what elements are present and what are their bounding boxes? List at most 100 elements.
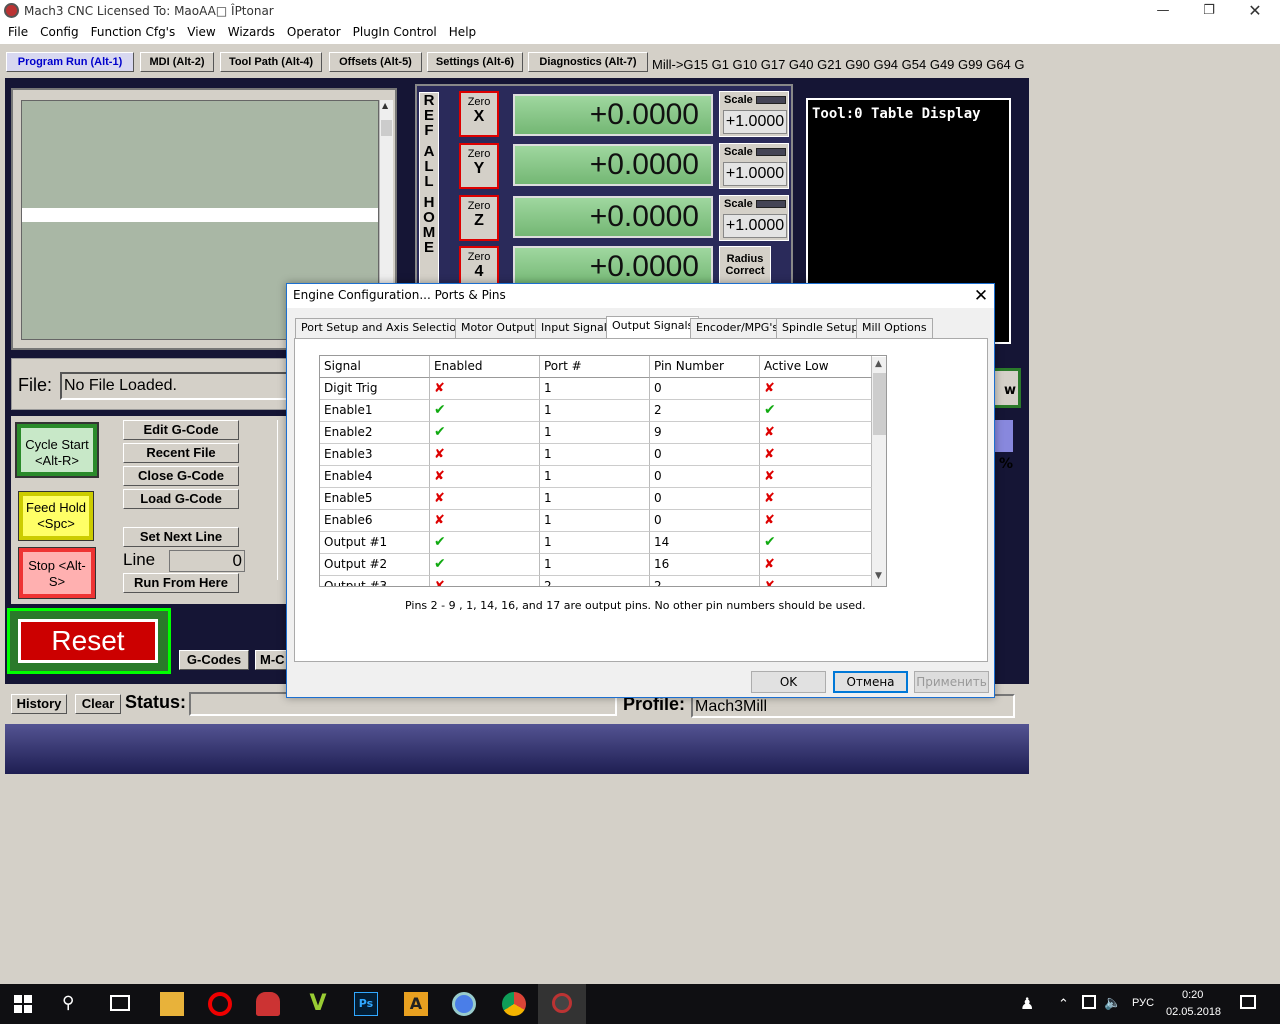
header-col-signal[interactable]: Signal	[320, 356, 430, 378]
tab-port-setup[interactable]: Port Setup and Axis Selection	[295, 318, 470, 338]
clear-button[interactable]: Clear	[75, 694, 121, 714]
zero-y-button[interactable]: Zero Y	[459, 143, 499, 189]
header-col-enabled[interactable]: Enabled	[430, 356, 540, 378]
cell-pin[interactable]: 2	[650, 576, 760, 586]
cell-signal[interactable]: Enable1	[320, 400, 430, 422]
cell-active-low[interactable]: ✘	[760, 466, 872, 488]
cell-pin[interactable]: 9	[650, 422, 760, 444]
menu-plugin-control[interactable]: PlugIn Control	[347, 22, 443, 44]
volume-icon[interactable]: 🔈	[1104, 994, 1121, 1011]
scroll-up-icon[interactable]: ▲	[382, 101, 388, 110]
gcodes-button[interactable]: G-Codes	[179, 650, 249, 670]
tab-diagnostics[interactable]: Diagnostics (Alt-7)	[528, 52, 648, 72]
ref-all-home-button[interactable]: R E F A L L H O M E	[419, 92, 439, 302]
cell-active-low[interactable]: ✘	[760, 554, 872, 576]
cell-port[interactable]: 2	[540, 576, 650, 586]
restore-icon[interactable]: ❐	[1186, 0, 1232, 22]
cell-port[interactable]: 1	[540, 466, 650, 488]
cell-enabled[interactable]: ✔	[430, 422, 540, 444]
mcodes-button[interactable]: M-C	[255, 650, 289, 670]
cell-signal[interactable]: Enable4	[320, 466, 430, 488]
aimp-icon[interactable]: A	[404, 992, 428, 1016]
cell-port[interactable]: 1	[540, 444, 650, 466]
cell-pin[interactable]: 0	[650, 444, 760, 466]
tab-offsets[interactable]: Offsets (Alt-5)	[329, 52, 422, 72]
reset-button[interactable]: Reset	[18, 619, 158, 663]
cell-pin[interactable]: 0	[650, 466, 760, 488]
scale-z-value[interactable]: +1.0000	[723, 214, 787, 238]
cell-enabled[interactable]: ✘	[430, 378, 540, 400]
tab-mdi[interactable]: MDI (Alt-2)	[140, 52, 214, 72]
cell-signal[interactable]: Output #1	[320, 532, 430, 554]
menu-config[interactable]: Config	[34, 22, 85, 44]
cell-signal[interactable]: Digit Trig	[320, 378, 430, 400]
cell-pin[interactable]: 0	[650, 488, 760, 510]
recent-file-button[interactable]: Recent File	[123, 443, 239, 463]
menu-operator[interactable]: Operator	[281, 22, 347, 44]
photoshop-icon[interactable]: Ps	[354, 992, 378, 1016]
header-col-port[interactable]: Port #	[540, 356, 650, 378]
cancel-button[interactable]: Отмена	[833, 671, 908, 693]
cell-active-low[interactable]: ✘	[760, 378, 872, 400]
cell-port[interactable]: 1	[540, 378, 650, 400]
minimize-icon[interactable]: —	[1140, 0, 1186, 22]
table-scrollbar[interactable]: ▲ ▼	[872, 357, 886, 586]
search-icon[interactable]: ⚲	[62, 993, 74, 1013]
history-button[interactable]: History	[11, 694, 67, 714]
cell-signal[interactable]: Output #3	[320, 576, 430, 586]
cell-enabled[interactable]: ✔	[430, 532, 540, 554]
header-col-active-low[interactable]: Active Low	[760, 356, 872, 378]
menu-file[interactable]: File	[2, 22, 34, 44]
tab-program-run[interactable]: Program Run (Alt-1)	[6, 52, 134, 72]
scroll-up-icon[interactable]: ▲	[875, 359, 882, 369]
people-icon[interactable]: ♟	[1020, 994, 1034, 1013]
cell-active-low[interactable]: ✘	[760, 576, 872, 586]
clock-date[interactable]: 02.05.2018	[1166, 1006, 1221, 1018]
zero-x-button[interactable]: Zero X	[459, 91, 499, 137]
cell-signal[interactable]: Enable6	[320, 510, 430, 532]
language-indicator[interactable]: РУС	[1132, 997, 1154, 1009]
cell-port[interactable]: 1	[540, 422, 650, 444]
edit-gcode-button[interactable]: Edit G-Code	[123, 420, 239, 440]
cell-signal[interactable]: Enable2	[320, 422, 430, 444]
header-col-pin[interactable]: Pin Number	[650, 356, 760, 378]
close-gcode-button[interactable]: Close G-Code	[123, 466, 239, 486]
chrome-icon[interactable]	[502, 992, 526, 1016]
cell-signal[interactable]: Enable5	[320, 488, 430, 510]
cell-active-low[interactable]: ✘	[760, 444, 872, 466]
ok-button[interactable]: OK	[751, 671, 826, 693]
cell-port[interactable]: 1	[540, 488, 650, 510]
scrollbar-thumb[interactable]	[873, 373, 886, 435]
cell-enabled[interactable]: ✔	[430, 554, 540, 576]
dro-4[interactable]: +0.0000	[513, 246, 713, 288]
tab-mill-options[interactable]: Mill Options	[856, 318, 933, 338]
app-icon[interactable]	[256, 992, 280, 1016]
partial-slider[interactable]	[995, 420, 1013, 452]
load-gcode-button[interactable]: Load G-Code	[123, 489, 239, 509]
network-icon[interactable]	[1082, 995, 1096, 1009]
cell-active-low[interactable]: ✔	[760, 532, 872, 554]
cell-signal[interactable]: Enable3	[320, 444, 430, 466]
clock-time[interactable]: 0:20	[1182, 989, 1203, 1001]
cell-port[interactable]: 1	[540, 400, 650, 422]
opera-icon[interactable]	[208, 992, 232, 1016]
apply-button[interactable]: Применить	[914, 671, 989, 693]
task-view-icon[interactable]	[110, 995, 130, 1011]
cycle-start-button[interactable]: Cycle Start <Alt-R>	[15, 422, 99, 478]
cell-enabled[interactable]: ✘	[430, 444, 540, 466]
tab-output-signals[interactable]: Output Signals	[606, 316, 700, 339]
chromium-icon[interactable]	[452, 992, 476, 1016]
cell-pin[interactable]: 2	[650, 400, 760, 422]
mach3-taskbar-item[interactable]	[538, 984, 586, 1024]
dro-z[interactable]: +0.0000	[513, 196, 713, 238]
dialog-close-icon[interactable]: ✕	[969, 284, 993, 308]
vectric-icon[interactable]: V	[306, 992, 330, 1016]
cell-enabled[interactable]: ✔	[430, 400, 540, 422]
cell-enabled[interactable]: ✘	[430, 466, 540, 488]
cell-port[interactable]: 1	[540, 510, 650, 532]
cell-pin[interactable]: 0	[650, 510, 760, 532]
cell-enabled[interactable]: ✘	[430, 576, 540, 586]
cell-signal[interactable]: Output #2	[320, 554, 430, 576]
line-number-field[interactable]: 0	[169, 550, 245, 572]
cell-port[interactable]: 1	[540, 532, 650, 554]
